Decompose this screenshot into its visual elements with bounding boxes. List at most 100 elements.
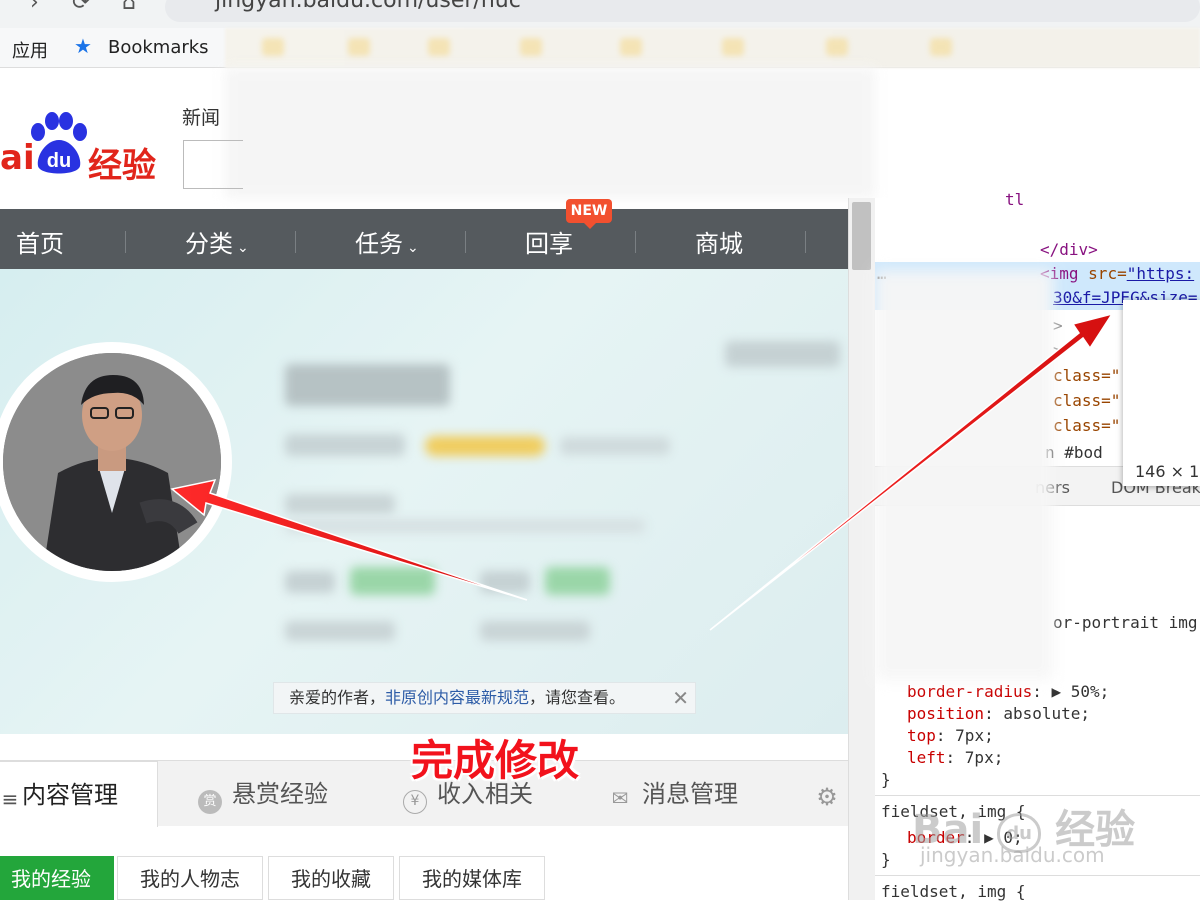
nav-tasks-label: 任务 [355,230,403,258]
paw-icon: du [31,112,87,174]
blurred-bookmark-icon [620,38,642,56]
scrollbar-thumb[interactable] [852,202,871,270]
css-selector[interactable]: fieldset, img { [881,882,1026,901]
yen-icon: ¥ [403,790,427,814]
blurred-bookmark-icon [428,38,450,56]
mail-icon: ✉ [611,786,629,810]
avatar[interactable] [3,353,221,571]
nav-divider [125,231,126,253]
reload-icon[interactable]: ⟳ [72,0,90,15]
logo-text-suffix: 经验 [88,146,156,186]
nav-divider [295,231,296,253]
search-input[interactable] [183,140,243,189]
css-rule-close: } [881,770,891,789]
new-badge: NEW [566,199,612,229]
notice-banner: 亲爱的作者，非原创内容最新规范，请您查看。 ✕ [273,682,696,714]
rule-divider [875,875,1200,876]
blurred-stat-label [285,571,335,593]
bookmark-apps[interactable]: 应用 [12,37,48,63]
list-icon: ≡ [1,787,19,811]
blurred-text [285,621,395,641]
blurred-bookmark-icon [520,38,542,56]
css-property: border-radius [907,682,1033,701]
css-declaration[interactable]: left: 7px; [907,748,1003,767]
css-declaration[interactable]: border-radius: ▶ 50%; [907,682,1109,701]
css-declaration[interactable]: position: absolute; [907,704,1090,723]
subtab-my-experience[interactable]: 我的经验 [0,856,114,900]
blurred-devtools-region [875,270,1053,680]
subtab-my-favorites[interactable]: 我的收藏 [268,856,394,900]
css-selector[interactable]: or-portrait img [1053,613,1198,632]
blurred-bookmark-icon [930,38,952,56]
css-property: left [907,748,946,767]
tab-content-management[interactable]: ≡ 内容管理 [0,761,158,827]
dom-line[interactable]: </div> [1040,240,1098,259]
search-tab-news[interactable]: 新闻 [182,103,220,130]
blurred-bookmarks [225,28,1200,68]
blurred-stat-label [480,571,530,593]
home-icon[interactable]: ⌂ [122,0,136,15]
star-icon: ★ [74,34,92,58]
dom-line[interactable]: > [1053,316,1063,335]
css-value: ▶ 50%; [1051,682,1110,701]
dom-attr-value[interactable]: "https: [1127,264,1194,283]
css-property: top [907,726,936,745]
tab-label: 内容管理 [22,781,118,809]
avatar-portrait [3,353,221,571]
logo-du-text: du [47,150,71,172]
dom-line[interactable]: class=" [1053,391,1120,410]
dom-line[interactable]: class=" [1053,366,1120,385]
blurred-text [285,494,395,514]
watermark-brand: Bai [912,807,984,853]
page-scrollbar[interactable] [848,198,875,900]
blurred-text [480,621,590,641]
css-rule-close: } [881,850,891,869]
chevron-down-icon: ⌄ [237,240,249,256]
watermark-suffix: 经验 [1055,807,1136,853]
tab-reward[interactable]: 赏悬赏经验 [198,761,328,827]
notice-suffix: ，请您查看。 [529,688,626,707]
watermark-du: du [1006,823,1032,844]
bookmark-bookmarks[interactable]: Bookmarks [108,37,209,58]
blurred-action [725,341,840,367]
nav-divider [465,231,466,253]
breadcrumb[interactable]: n #bod [1045,443,1103,462]
blurred-level-bar [425,436,545,456]
back-icon[interactable]: › [30,0,39,15]
blurred-text [560,437,670,455]
nav-tasks[interactable]: 任务 ⌄ [355,224,419,259]
tab-settings[interactable]: ⚙ [815,761,849,827]
dom-line[interactable]: > [1053,341,1063,360]
address-url[interactable]: jingyan.baidu.com/user/nuc [215,0,521,13]
nav-mall[interactable]: 商城 [695,224,743,259]
notice-link[interactable]: 非原创内容最新规范 [385,688,529,707]
css-value: 7px; [955,726,994,745]
watermark-logo: Bai du 经验 [912,797,1135,853]
blurred-text [285,434,405,456]
nav-share[interactable]: 回享 [525,224,573,259]
blurred-bookmark-icon [722,38,744,56]
rule-divider [875,795,1200,796]
dom-line: tl [1005,190,1025,209]
nav-home[interactable]: 首页 [16,224,64,259]
annotation-caption: 完成修改 [411,736,580,785]
blurred-text [285,519,645,533]
tab-label: 悬赏经验 [232,780,328,808]
blurred-bookmark-icon [348,38,370,56]
tooltip-dimensions: 146 × 14 [1135,462,1200,481]
dom-line[interactable]: class=" [1053,416,1120,435]
dom-line-img[interactable]: <img src="https: [1040,264,1194,283]
notice-prefix: 亲爱的作者， [289,688,386,707]
subtab-my-media[interactable]: 我的媒体库 [399,856,545,900]
blurred-bookmark-icon [262,38,284,56]
tab-messages[interactable]: ✉ 消息管理 [608,761,738,827]
blurred-stat-value [545,567,610,595]
close-icon[interactable]: ✕ [672,683,689,713]
dom-attr: src= [1088,264,1127,283]
subtab-my-profile[interactable]: 我的人物志 [117,856,263,900]
tab-label: 消息管理 [642,780,738,808]
watermark-paw-icon: du [997,813,1042,853]
blurred-username [285,364,450,406]
css-declaration[interactable]: top: 7px; [907,726,994,745]
nav-category[interactable]: 分类 ⌄ [185,224,249,259]
